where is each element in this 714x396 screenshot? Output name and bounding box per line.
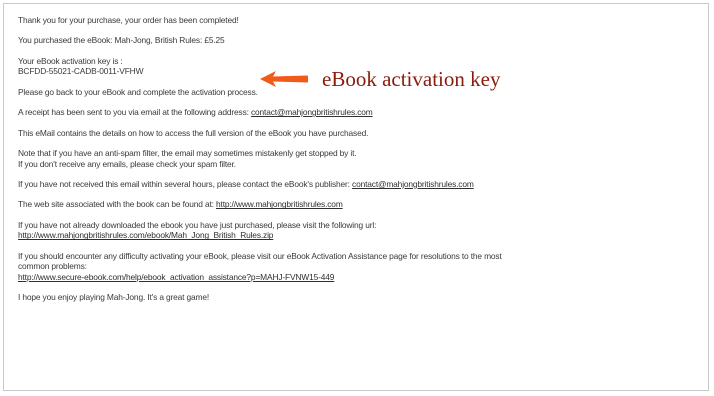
publisher-email-link[interactable]: contact@mahjongbritishrules.com [352,179,474,189]
activation-key-callout: eBook activation key [258,67,500,91]
download-paragraph: If you have not already downloaded the e… [18,220,696,241]
difficulty-text-cont: common problems: [18,261,87,272]
receipt-email-link[interactable]: contact@mahjongbritishrules.com [251,107,373,117]
activation-assistance-link[interactable]: http://www.secure-ebook.com/help/ebook_a… [18,272,696,283]
difficulty-paragraph: If you should encounter any difficulty a… [18,251,696,283]
left-arrow-icon [260,71,308,87]
publisher-paragraph: If you have not received this email with… [18,179,696,190]
spam-paragraph: Note that if you have an anti-spam filte… [18,148,696,169]
website-paragraph: The web site associated with the book ca… [18,199,696,210]
receipt-text: A receipt has been sent to you via email… [18,107,249,118]
message-body: Thank you for your purchase, your order … [18,15,696,313]
not-received-text: If you have not received this email with… [18,178,350,189]
download-link[interactable]: http://www.mahjongbritishrules.com/ebook… [18,230,696,241]
callout-label: eBook activation key [322,66,501,91]
closing-text: I hope you enjoy playing Mah-Jong. It's … [18,292,210,303]
activation-key-label: Your eBook activation key is : [18,55,123,66]
purchase-text: You purchased the eBook: Mah-Jong, Briti… [18,35,225,46]
download-text: If you have not already downloaded the e… [18,219,377,230]
spam-note: Note that if you have an anti-spam filte… [18,147,357,158]
details-text: This eMail contains the details on how t… [18,127,369,138]
difficulty-text: If you should encounter any difficulty a… [18,250,502,261]
website-link[interactable]: http://www.mahjongbritishrules.com [216,199,343,209]
receipt-paragraph: A receipt has been sent to you via email… [18,107,696,118]
thank-you-text: Thank you for your purchase, your order … [18,15,239,25]
confirmation-panel: Thank you for your purchase, your order … [3,3,709,391]
spam-check-note: If you don't receive any emails, please … [18,158,236,169]
website-text: The web site associated with the book ca… [18,199,214,210]
